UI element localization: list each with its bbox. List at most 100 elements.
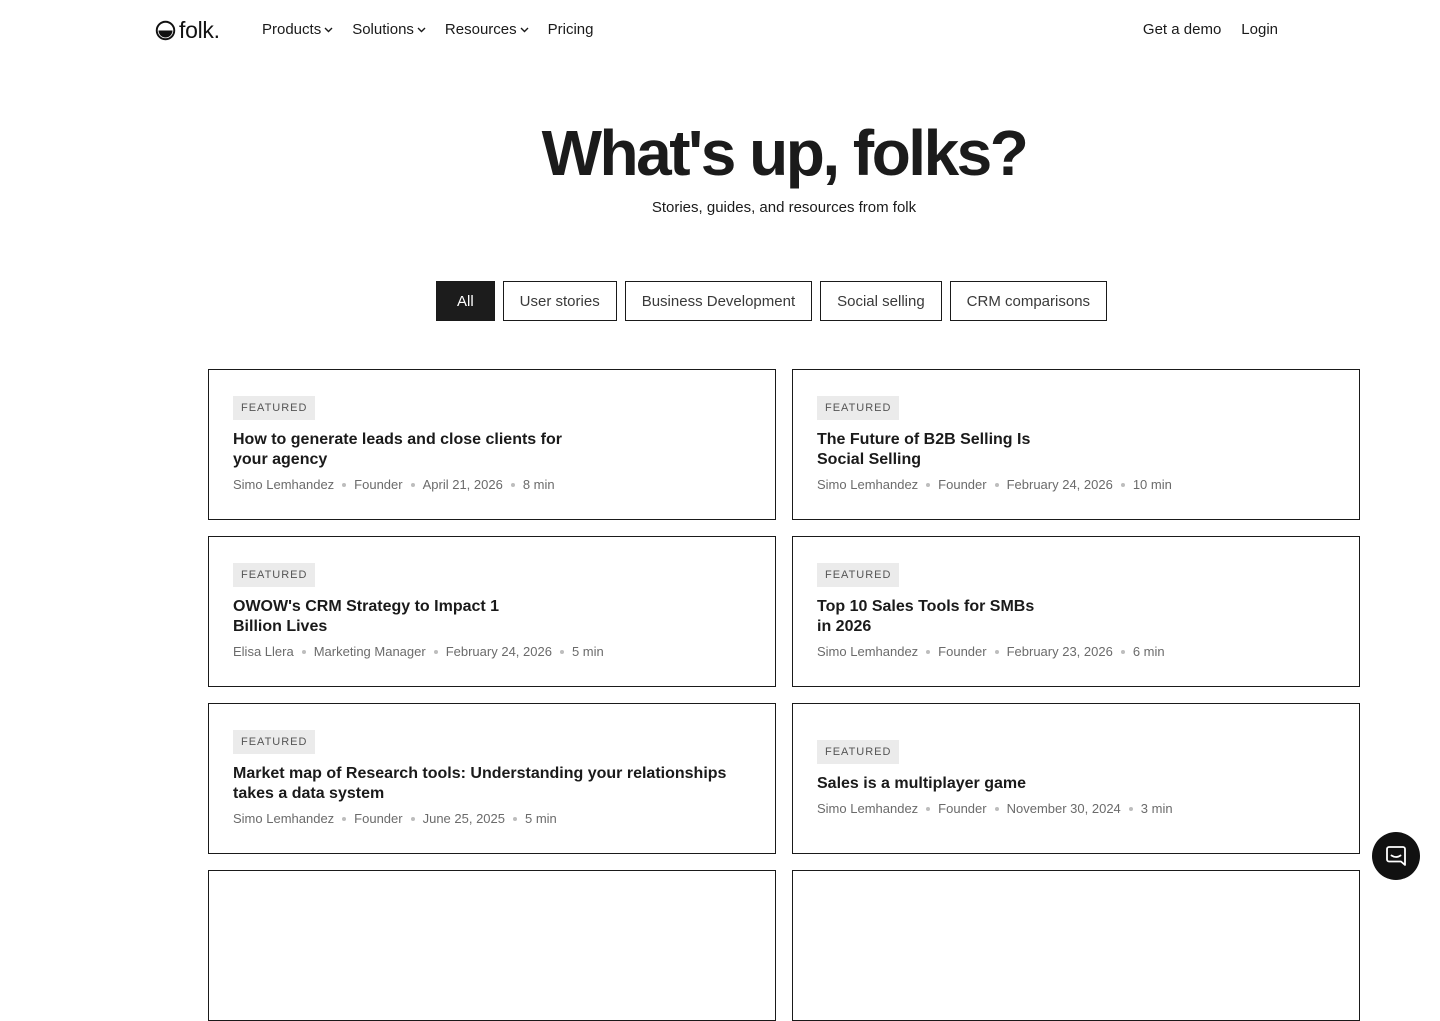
nav-pricing[interactable]: Pricing: [548, 20, 594, 40]
separator-dot: [926, 482, 931, 487]
article-author: Simo Lemhandez: [817, 643, 919, 659]
article-meta: Simo Lemhandez Founder November 30, 2024…: [817, 800, 1335, 818]
chat-icon: [1386, 846, 1406, 866]
article-read-time: 8 min: [522, 476, 555, 492]
chat-launcher-button[interactable]: [1372, 832, 1420, 880]
article-author-role: Founder: [938, 800, 987, 816]
nav-resources[interactable]: Resources: [445, 20, 529, 40]
article-author-role: Founder: [354, 476, 403, 492]
category-filters: All User stories Business Development So…: [436, 281, 1115, 321]
article-author-role: Founder: [354, 810, 403, 826]
article-title: The Future of B2B Selling Is Social Sell…: [817, 430, 1335, 470]
nav-solutions-label: Solutions: [352, 21, 414, 38]
featured-badge: FEATURED: [233, 395, 316, 420]
article-title: Market map of Research tools: Understand…: [233, 764, 751, 804]
article-date: February 24, 2026: [445, 643, 552, 659]
separator-dot: [342, 482, 347, 487]
article-author: Simo Lemhandez: [817, 476, 919, 492]
article-meta: Simo Lemhandez Founder April 21, 2026 8 …: [233, 476, 751, 494]
article-meta: Elisa Llera Marketing Manager February 2…: [233, 643, 751, 661]
nav-actions: Get a demo Login: [1123, 20, 1278, 40]
article-meta: Simo Lemhandez Founder February 24, 2026…: [817, 476, 1335, 494]
article-card[interactable]: FEATURED Market map of Research tools: U…: [208, 703, 776, 854]
article-title-line: How to generate leads and close clients …: [233, 430, 562, 448]
article-read-time: 3 min: [1140, 800, 1173, 816]
login-link[interactable]: Login: [1241, 20, 1278, 40]
featured-badge: FEATURED: [233, 562, 316, 587]
article-title-line: in 2026: [817, 617, 872, 635]
article-card[interactable]: FEATURED The Future of B2B Selling Is So…: [792, 369, 1360, 520]
main-menu: Products Solutions Resources Pricing: [262, 20, 612, 40]
article-card[interactable]: FEATURED OWOW's CRM Strategy to Impact 1…: [208, 536, 776, 687]
article-title-line: Market map of Research tools: Understand…: [233, 764, 727, 782]
filter-all[interactable]: All: [436, 281, 495, 321]
article-author: Elisa Llera: [233, 643, 294, 659]
article-date: February 23, 2026: [1006, 643, 1113, 659]
article-title-line: Social Selling: [817, 450, 922, 468]
separator-dot: [410, 482, 415, 487]
article-card[interactable]: FEATURED How to generate leads and close…: [208, 369, 776, 520]
separator-dot: [994, 806, 999, 811]
article-author: Simo Lemhandez: [233, 476, 335, 492]
folk-logo-icon: [155, 20, 176, 40]
article-read-time: 5 min: [525, 810, 557, 826]
page-subtitle: Stories, guides, and resources from folk: [651, 199, 917, 216]
separator-dot: [1128, 806, 1133, 811]
article-title-line: The Future of B2B Selling Is: [817, 430, 1031, 448]
article-author: Simo Lemhandez: [233, 810, 335, 826]
separator-dot: [410, 816, 415, 821]
featured-badge: FEATURED: [817, 562, 900, 587]
separator-dot: [433, 649, 438, 654]
chevron-down-icon: [417, 27, 426, 33]
filter-social-selling[interactable]: Social selling: [820, 281, 942, 321]
featured-badge: FEATURED: [233, 729, 316, 754]
article-title: OWOW's CRM Strategy to Impact 1 Billion …: [233, 597, 751, 637]
top-nav: folk. Products Solutions Resources Prici…: [0, 0, 1440, 60]
nav-products[interactable]: Products: [262, 20, 333, 40]
separator-dot: [342, 816, 347, 821]
article-title: How to generate leads and close clients …: [233, 430, 751, 470]
filter-user-stories[interactable]: User stories: [502, 281, 617, 321]
separator-dot: [926, 806, 931, 811]
article-title-line: OWOW's CRM Strategy to Impact 1: [233, 597, 500, 615]
article-card[interactable]: [208, 870, 776, 1021]
separator-dot: [1120, 649, 1125, 654]
separator-dot: [994, 649, 999, 654]
separator-dot: [301, 649, 306, 654]
chevron-down-icon: [520, 27, 529, 33]
logo-text: folk.: [179, 17, 220, 43]
chevron-down-icon: [324, 27, 333, 33]
article-read-time: 5 min: [571, 643, 604, 659]
separator-dot: [1120, 482, 1125, 487]
article-title-line: Billion Lives: [233, 617, 328, 635]
article-read-time: 6 min: [1132, 643, 1165, 659]
article-card[interactable]: FEATURED Top 10 Sales Tools for SMBs in …: [792, 536, 1360, 687]
article-author-role: Founder: [938, 476, 987, 492]
article-date: November 30, 2024: [1006, 800, 1121, 816]
article-author-role: Founder: [938, 643, 987, 659]
filter-business-development[interactable]: Business Development: [624, 281, 813, 321]
separator-dot: [926, 649, 931, 654]
page-title: What's up, folks?: [541, 117, 1029, 189]
nav-solutions[interactable]: Solutions: [352, 20, 426, 40]
article-title-line: Sales is a multiplayer game: [817, 774, 1026, 792]
article-author: Simo Lemhandez: [817, 800, 919, 816]
article-date: April 21, 2026: [422, 476, 503, 492]
filter-crm-comparisons[interactable]: CRM comparisons: [949, 281, 1108, 321]
nav-products-label: Products: [262, 21, 322, 38]
nav-pricing-label: Pricing: [547, 21, 594, 38]
article-date: June 25, 2025: [422, 810, 505, 826]
folk-logo[interactable]: folk.: [155, 17, 220, 43]
article-title: Sales is a multiplayer game: [817, 774, 1335, 794]
article-read-time: 10 min: [1132, 476, 1172, 492]
article-card[interactable]: FEATURED Sales is a multiplayer game Sim…: [792, 703, 1360, 854]
article-title-line: your agency: [233, 450, 328, 468]
separator-dot: [994, 482, 999, 487]
article-title-line: Top 10 Sales Tools for SMBs: [817, 597, 1035, 615]
article-title-line: takes a data system: [233, 784, 385, 802]
featured-badge: FEATURED: [817, 395, 900, 420]
article-author-role: Marketing Manager: [313, 643, 426, 659]
article-title: Top 10 Sales Tools for SMBs in 2026: [817, 597, 1335, 637]
get-demo-link[interactable]: Get a demo: [1143, 20, 1221, 40]
article-card[interactable]: [792, 870, 1360, 1021]
